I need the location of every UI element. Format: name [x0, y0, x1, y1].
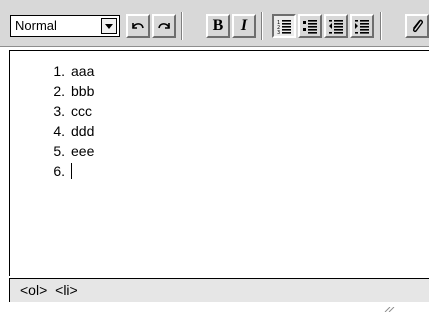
bullet-list-button[interactable]	[298, 14, 322, 38]
text-caret	[71, 163, 72, 179]
ordered-list-icon: 1 2 3	[276, 18, 292, 34]
list-item-text: eee	[71, 143, 95, 159]
list-item[interactable]: 6.	[47, 161, 94, 181]
list-item[interactable]: 2. bbb	[47, 81, 94, 101]
svg-text:3: 3	[277, 30, 280, 34]
toolbar-separator	[181, 12, 183, 40]
list-number: 5.	[53, 143, 65, 159]
path-element-li[interactable]: <li>	[55, 282, 78, 298]
format-select[interactable]: Normal	[10, 15, 120, 37]
toolbar-separator	[380, 12, 382, 40]
indent-icon	[354, 18, 370, 34]
bold-label: B	[212, 17, 224, 34]
ordered-list: 1. aaa 2. bbb 3. ccc 4. ddd 5. eee 6.	[47, 61, 94, 181]
italic-button[interactable]: I	[232, 14, 256, 38]
list-number: 1.	[53, 63, 65, 79]
list-item-text: bbb	[71, 83, 95, 99]
rich-text-editor: Normal B I 1 2 3 1. aaa 2. bbb 3. ccc 4.…	[0, 0, 429, 313]
status-bar: <ol> <li>	[9, 278, 429, 302]
outdent-icon	[328, 18, 344, 34]
bold-button[interactable]: B	[206, 14, 230, 38]
italic-label: I	[240, 17, 248, 34]
attach-button[interactable]	[405, 14, 429, 38]
list-item[interactable]: 1. aaa	[47, 61, 94, 81]
resize-grip-icon[interactable]	[383, 297, 395, 313]
content-area[interactable]: 1. aaa 2. bbb 3. ccc 4. ddd 5. eee 6.	[9, 50, 429, 276]
element-path: <ol> <li>	[20, 281, 78, 299]
list-item[interactable]: 4. ddd	[47, 121, 94, 141]
toolbar-separator	[261, 12, 263, 40]
list-number: 3.	[53, 103, 65, 119]
format-select-value: Normal	[15, 18, 57, 33]
indent-button[interactable]	[350, 14, 374, 38]
ordered-list-button[interactable]: 1 2 3	[272, 14, 296, 38]
redo-button[interactable]	[152, 14, 176, 38]
undo-button[interactable]	[126, 14, 150, 38]
editor-toolbar: Normal B I 1 2 3	[0, 0, 429, 47]
path-element-ol[interactable]: <ol>	[20, 282, 47, 298]
list-number: 6.	[53, 163, 65, 179]
list-item[interactable]: 5. eee	[47, 141, 94, 161]
paperclip-icon	[409, 18, 425, 34]
undo-icon	[130, 18, 146, 34]
list-item-text: aaa	[71, 63, 95, 79]
list-number: 4.	[53, 123, 65, 139]
dropdown-arrow-icon[interactable]	[101, 18, 117, 34]
redo-icon	[156, 18, 172, 34]
bullet-list-icon	[302, 18, 318, 34]
list-number: 2.	[53, 83, 65, 99]
outdent-button[interactable]	[324, 14, 348, 38]
list-item-text: ddd	[71, 123, 95, 139]
list-item-text: ccc	[71, 103, 92, 119]
list-item[interactable]: 3. ccc	[47, 101, 94, 121]
